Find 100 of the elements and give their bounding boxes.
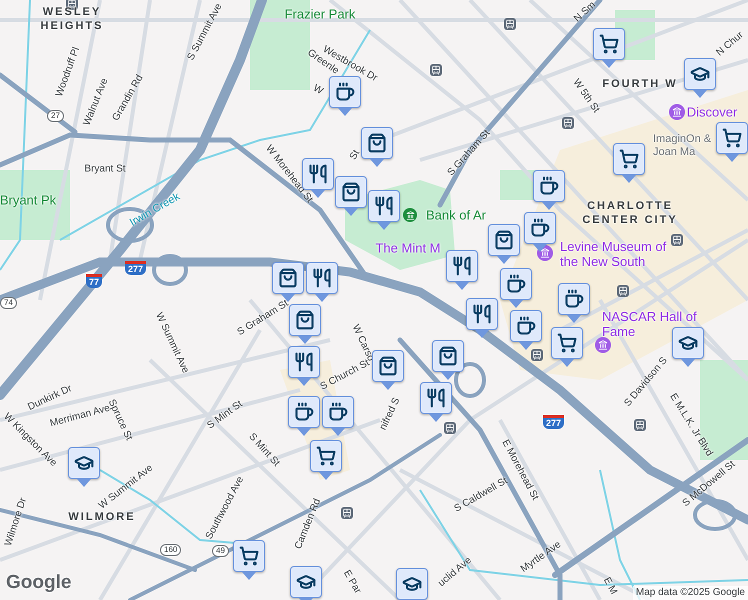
shopping-bag-icon xyxy=(494,230,514,250)
shopping-bag-icon xyxy=(295,310,315,330)
coffee-cup-icon xyxy=(564,289,584,309)
shop-marker[interactable] xyxy=(488,224,520,264)
cafe-marker[interactable] xyxy=(329,76,361,116)
coffee-cup-icon xyxy=(506,274,526,294)
shopping-bag-icon xyxy=(438,346,458,366)
graduation-cap-icon xyxy=(402,574,422,594)
transit-station-icon[interactable] xyxy=(562,117,574,129)
street-label: W 5th St xyxy=(570,76,602,116)
cafe-marker[interactable] xyxy=(533,170,565,210)
grocery-marker[interactable] xyxy=(233,540,265,580)
street-label: N Chur xyxy=(713,28,747,60)
cafe-marker[interactable] xyxy=(500,268,532,308)
street-label: nifred S xyxy=(376,395,404,433)
museum-label: NASCAR Hall of Fame xyxy=(602,309,698,339)
graduation-cap-icon xyxy=(690,64,710,84)
restaurant-marker[interactable] xyxy=(368,190,400,230)
shop-marker[interactable] xyxy=(372,350,404,390)
google-logo[interactable]: Google xyxy=(6,568,72,597)
restaurant-marker[interactable] xyxy=(466,298,498,338)
shop-marker[interactable] xyxy=(361,127,393,167)
fork-knife-icon xyxy=(374,196,394,216)
transit-station-icon[interactable] xyxy=(341,507,353,519)
interstate-shield: 277 xyxy=(125,261,146,275)
cafe-marker[interactable] xyxy=(524,212,556,252)
street-label: Bryant St xyxy=(84,162,126,176)
neighborhood-label: WILMORE xyxy=(68,510,136,524)
park-label: Frazier Park xyxy=(284,5,356,24)
fork-knife-icon xyxy=(472,304,492,324)
cafe-marker[interactable] xyxy=(558,283,590,323)
school-marker[interactable] xyxy=(672,327,704,367)
restaurant-marker[interactable] xyxy=(446,250,478,290)
shopping-cart-icon xyxy=(316,446,336,466)
shopping-bag-icon xyxy=(278,268,298,288)
neighborhood-label: CHARLOTTE CENTER CITY xyxy=(581,199,679,227)
transit-station-icon[interactable] xyxy=(504,18,516,30)
neighborhood-label: FOURTH W xyxy=(602,77,678,91)
cafe-marker[interactable] xyxy=(288,396,320,436)
shopping-cart-icon xyxy=(239,546,259,566)
graduation-cap-icon xyxy=(74,453,94,473)
route-shield: 160 xyxy=(160,544,182,556)
neighborhood-label: WESLEY HEIGHTS xyxy=(40,5,104,33)
shopping-bag-icon xyxy=(341,182,361,202)
grocery-marker[interactable] xyxy=(716,122,748,162)
fork-knife-icon xyxy=(308,164,328,184)
coffee-cup-icon xyxy=(530,218,550,238)
school-marker[interactable] xyxy=(290,566,322,600)
shopping-bag-icon xyxy=(378,356,398,376)
park-label: Bryant Pk xyxy=(0,191,56,210)
coffee-cup-icon xyxy=(328,402,348,422)
coffee-cup-icon xyxy=(335,82,355,102)
school-marker[interactable] xyxy=(396,568,428,600)
graduation-cap-icon xyxy=(296,572,316,592)
street-label: E Par xyxy=(340,567,364,597)
interstate-shield: 277 xyxy=(543,415,564,429)
shopping-cart-icon xyxy=(722,128,742,148)
transit-station-icon[interactable] xyxy=(617,285,629,297)
transit-station-icon[interactable] xyxy=(444,422,456,434)
street-label: N Sm xyxy=(571,0,599,26)
transit-station-icon[interactable] xyxy=(531,349,543,361)
coffee-cup-icon xyxy=(539,176,559,196)
coffee-cup-icon xyxy=(294,402,314,422)
shop-marker[interactable] xyxy=(335,176,367,216)
shop-marker[interactable] xyxy=(289,304,321,344)
school-marker[interactable] xyxy=(68,447,100,487)
fork-knife-icon xyxy=(312,268,332,288)
cafe-marker[interactable] xyxy=(322,396,354,436)
school-marker[interactable] xyxy=(684,58,716,98)
shop-marker[interactable] xyxy=(272,262,304,302)
restaurant-marker[interactable] xyxy=(306,262,338,302)
street-label: S Mint St xyxy=(204,398,246,433)
coffee-cup-icon xyxy=(516,316,536,336)
fork-knife-icon xyxy=(294,352,314,372)
transit-station-icon[interactable] xyxy=(430,64,442,76)
shopping-cart-icon xyxy=(619,149,639,169)
shopping-cart-icon xyxy=(599,34,619,54)
grocery-marker[interactable] xyxy=(593,28,625,68)
museum-label: Levine Museum of the New South xyxy=(560,239,668,269)
grocery-marker[interactable] xyxy=(310,440,342,480)
interstate-shield: 77 xyxy=(86,274,102,288)
street-label: W xyxy=(310,82,326,99)
place-label: ImaginOn & Joan Ma xyxy=(653,133,712,159)
museum-label: The Mint M xyxy=(376,240,440,256)
grocery-marker[interactable] xyxy=(551,327,583,367)
cafe-marker[interactable] xyxy=(510,310,542,350)
creek-label: Irwin Creek xyxy=(126,190,183,231)
street-label: St xyxy=(346,147,364,163)
fork-knife-icon xyxy=(426,388,446,408)
map-attribution[interactable]: Map data ©2025 Google xyxy=(632,586,748,600)
restaurant-marker[interactable] xyxy=(420,382,452,422)
street-label: E M xyxy=(600,574,620,598)
restaurant-marker[interactable] xyxy=(288,346,320,386)
museum-label: Discover xyxy=(686,104,738,120)
shopping-bag-icon xyxy=(367,133,387,153)
shop-marker[interactable] xyxy=(432,340,464,380)
transit-station-icon[interactable] xyxy=(634,419,646,431)
transit-station-icon[interactable] xyxy=(671,234,683,246)
grocery-marker[interactable] xyxy=(613,143,645,183)
graduation-cap-icon xyxy=(678,333,698,353)
